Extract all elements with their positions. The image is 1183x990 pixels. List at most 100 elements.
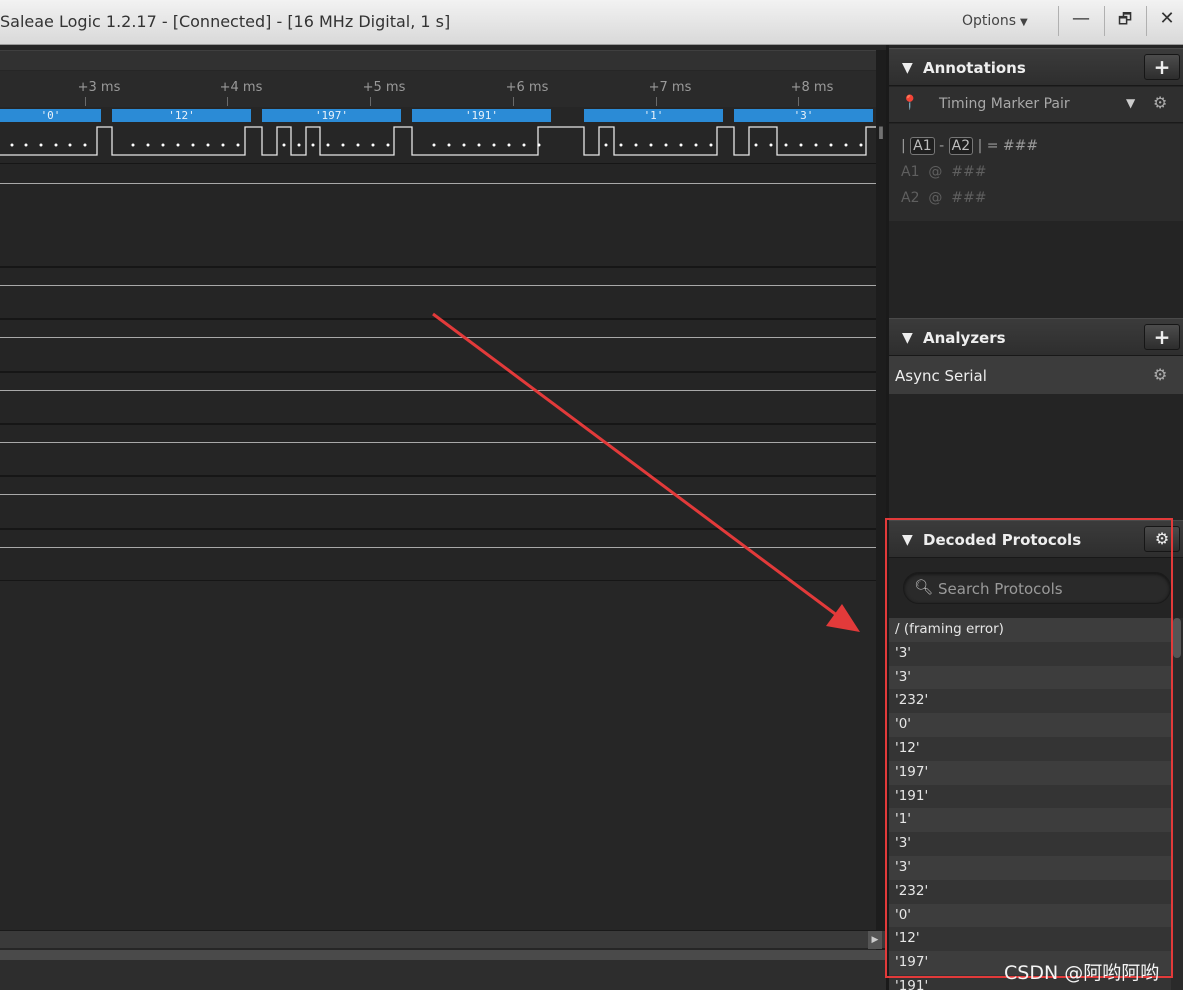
triangle-down-icon[interactable]: ▼ [902,60,913,76]
time-tick-label: +8 ms [790,80,834,95]
decoded-protocols-list[interactable]: / (framing error) '3' '3' '232' '0' '12'… [889,618,1183,990]
channel-lane[interactable] [0,319,876,372]
list-item[interactable]: '0' [889,903,1183,928]
decoded-byte-bar[interactable]: '12' [112,109,251,122]
list-item[interactable]: '3' [889,665,1183,690]
analyzer-name: Async Serial [895,367,987,385]
bottom-strip [0,950,886,960]
analyzers-panel-header[interactable]: ▼ Analyzers + [889,318,1183,356]
restore-button[interactable]: 🗗 [1110,6,1140,32]
channel-signal-line [0,183,876,184]
list-item[interactable]: '232' [889,879,1183,904]
decoded-protocols-title: Decoded Protocols [923,531,1082,549]
at-sign: @ [928,164,943,180]
channel-lane[interactable] [0,476,876,529]
divider [1058,6,1059,36]
timing-marker-row[interactable]: 📍 Timing Marker Pair ▼ ⚙ [889,87,1183,123]
options-menu-button[interactable]: Options ▼ [962,13,1028,29]
timing-marker-label: Timing Marker Pair [939,96,1070,112]
side-panel: ▼ Annotations + 📍 Timing Marker Pair ▼ ⚙… [886,45,1183,990]
time-tick-mark [513,97,514,106]
serial-waveform[interactable] [0,124,876,160]
minimize-button[interactable]: — [1066,6,1096,32]
equals: = [986,138,999,154]
triangle-down-icon[interactable]: ▼ [902,532,913,548]
splitter-grip-icon[interactable]: ‖ [878,125,884,139]
channel-lane[interactable] [0,424,876,476]
bottom-bar [0,950,886,990]
ruler-bar [0,50,876,70]
add-analyzer-button[interactable]: + [1144,324,1180,350]
search-protocols-input[interactable] [936,578,1162,600]
marker-a2-value: ### [951,190,987,206]
decoded-byte-bar[interactable]: '1' [584,109,723,122]
marker-a2-badge[interactable]: A2 [948,137,974,155]
channel-signal-line [0,390,876,391]
decoded-byte-bar[interactable]: '197' [262,109,401,122]
list-item[interactable]: / (framing error) [889,618,1183,642]
channel-lane[interactable] [0,372,876,424]
triangle-down-icon[interactable]: ▼ [902,330,913,346]
list-scrollbar[interactable] [1171,618,1183,990]
title-bar: Saleae Logic 1.2.17 - [Connected] - [16 … [0,0,1183,45]
separator: | [977,138,983,154]
decoded-byte-bar[interactable]: '191' [412,109,551,122]
list-item[interactable]: '3' [889,641,1183,666]
decoded-byte-bar[interactable]: '0' [0,109,101,122]
list-item[interactable]: '12' [889,927,1183,952]
divider [1104,6,1105,36]
gear-icon[interactable]: ⚙ [1153,93,1167,112]
time-tick-mark [656,97,657,106]
annotation-details: | A1 - A2 | = ### A1 @ ### A2 @ ### [889,124,1183,221]
analyzer-item[interactable]: Async Serial ⚙ [889,356,1183,394]
annotations-title: Annotations [923,59,1026,77]
list-item[interactable]: '197' [889,760,1183,785]
horizontal-scrollbar[interactable]: ▶ [0,930,886,949]
marker-difference-value: ### [1002,138,1039,154]
list-item[interactable]: '0' [889,713,1183,737]
gear-icon: ⚙ [1154,529,1170,548]
time-tick-label: +6 ms [505,80,549,95]
time-axis[interactable]: +3 ms +4 ms +5 ms +6 ms +7 ms +8 ms [0,71,876,107]
chevron-down-icon[interactable]: ▼ [1126,96,1135,110]
channel-signal-line [0,442,876,443]
gear-icon[interactable]: ⚙ [1153,365,1167,384]
list-item[interactable]: '12' [889,736,1183,761]
list-item[interactable]: '3' [889,832,1183,856]
list-item[interactable]: '3' [889,855,1183,880]
add-annotation-button[interactable]: + [1144,54,1180,80]
close-button[interactable]: ✕ [1152,6,1182,32]
time-tick-mark [85,97,86,106]
channel-lane[interactable] [0,163,876,267]
channel-signal-line [0,494,876,495]
separator: | [901,138,906,154]
time-tick-label: +3 ms [77,80,121,95]
time-tick-mark [798,97,799,106]
search-protocols-field[interactable]: 🔍︎ [903,572,1171,604]
scroll-right-icon[interactable]: ▶ [868,931,882,949]
list-item[interactable]: '232' [889,689,1183,714]
list-item[interactable]: '1' [889,808,1183,833]
scrollbar-thumb[interactable] [1173,618,1181,658]
time-tick-label: +5 ms [362,80,406,95]
vertical-scrollbar[interactable] [876,50,886,980]
options-label: Options [962,13,1017,29]
time-tick-label: +7 ms [648,80,692,95]
channel-signal-line [0,337,876,338]
chevron-down-icon: ▼ [1020,17,1028,28]
decoded-protocols-settings-button[interactable]: ⚙ [1144,526,1180,552]
divider [1146,6,1147,36]
dash: - [939,138,945,154]
watermark: CSDN @阿哟阿哟 [1004,962,1160,984]
marker-a1-badge[interactable]: A1 [910,137,935,155]
channel-lane[interactable] [0,267,876,319]
list-item[interactable]: '191' [889,784,1183,809]
decoded-byte-bar[interactable]: '3' [734,109,873,122]
channel-signal-line [0,547,876,548]
waveform-view[interactable]: +3 ms +4 ms +5 ms +6 ms +7 ms +8 ms '0' … [0,45,886,990]
channel-signal-line [0,285,876,286]
analyzers-title: Analyzers [923,329,1006,347]
channel-lane[interactable] [0,529,876,581]
decoded-protocols-panel-header[interactable]: ▼ Decoded Protocols ⚙ [889,520,1183,558]
annotations-panel-header[interactable]: ▼ Annotations + [889,48,1183,86]
